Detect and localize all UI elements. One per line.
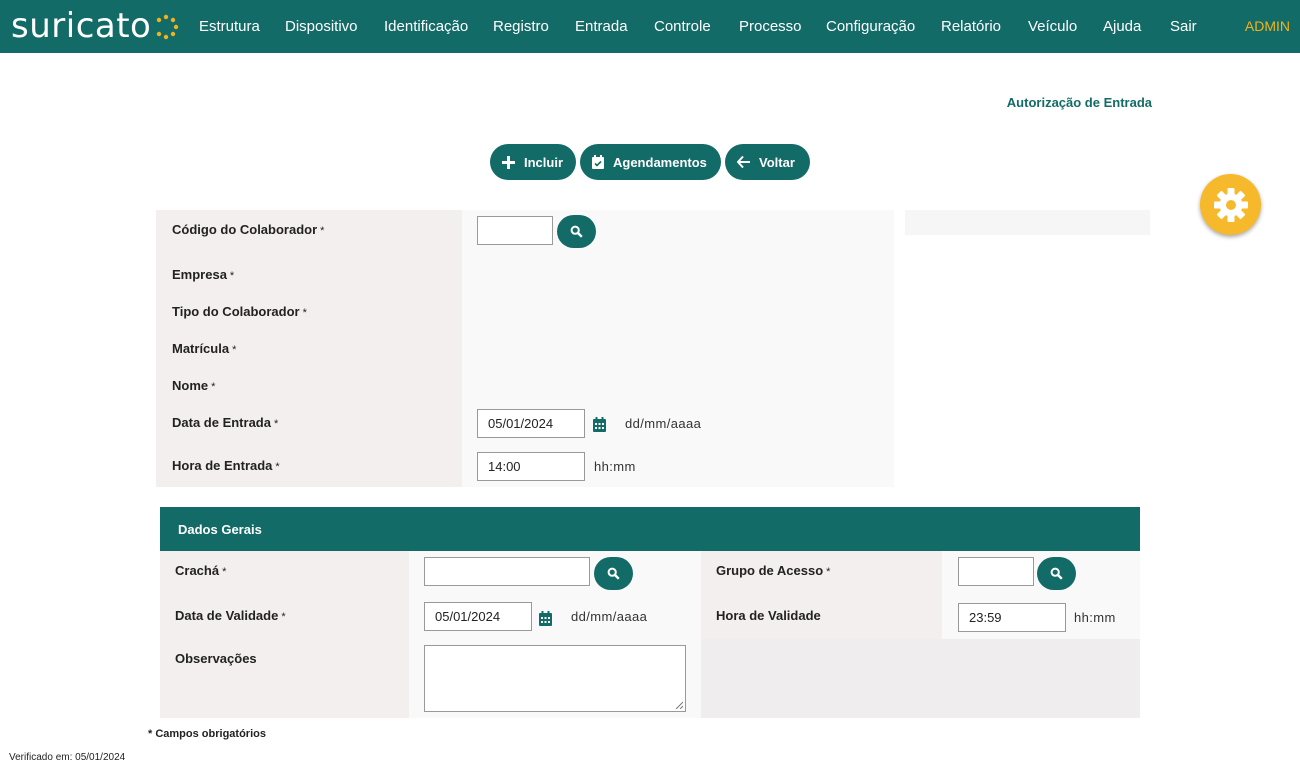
calendar-icon[interactable] <box>593 417 606 432</box>
logo-dots-icon <box>157 14 179 40</box>
nav-sair[interactable]: Sair <box>1170 18 1197 35</box>
nav-registro[interactable]: Registro <box>493 18 549 35</box>
arrow-left-icon <box>737 156 750 168</box>
incluir-button[interactable]: Incluir <box>490 144 576 180</box>
empresa-label: Empresa * <box>172 267 235 282</box>
cracha-search-button[interactable] <box>594 557 633 590</box>
search-icon <box>570 225 583 238</box>
grupo-acesso-label: Grupo de Acesso * <box>716 563 831 578</box>
tipo-colaborador-label: Tipo do Colaborador * <box>172 304 307 319</box>
observacoes-label: Observações <box>175 651 257 666</box>
nav-user-admin[interactable]: ADMIN <box>1245 18 1290 34</box>
resize-grip-icon[interactable] <box>675 701 683 709</box>
dados-gerais-header: Dados Gerais <box>160 507 1140 551</box>
data-entrada-label: Data de Entrada * <box>172 415 279 430</box>
suricato-logo[interactable]: suricato <box>11 6 179 46</box>
logo-text: suricato <box>11 6 152 46</box>
data-entrada-input[interactable]: 05/01/2024 <box>477 409 585 438</box>
nav-relatorio[interactable]: Relatório <box>941 18 1001 35</box>
verified-date: Verificado em: 05/01/2024 <box>9 752 126 763</box>
required-fields-note: * Campos obrigatórios <box>148 728 266 740</box>
side-panel <box>905 210 1150 235</box>
hora-entrada-label: Hora de Entrada * <box>172 458 280 473</box>
incluir-label: Incluir <box>524 154 564 170</box>
voltar-label: Voltar <box>759 154 795 170</box>
nome-label: Nome * <box>172 378 216 393</box>
codigo-colaborador-input[interactable] <box>477 216 553 245</box>
dados-gerais-empty-area <box>701 639 1140 718</box>
hora-validade-label: Hora de Validade <box>716 608 821 623</box>
hora-entrada-format-hint: hh:mm <box>594 459 636 474</box>
gear-icon <box>1213 187 1248 222</box>
codigo-colaborador-label: Código do Colaborador * <box>172 222 325 237</box>
search-icon <box>1050 567 1063 580</box>
search-icon <box>607 567 620 580</box>
data-validade-label: Data de Validade * <box>175 608 286 623</box>
cracha-input[interactable] <box>424 557 590 586</box>
matricula-label: Matrícula * <box>172 341 237 356</box>
hora-validade-format-hint: hh:mm <box>1074 610 1116 625</box>
plus-icon <box>502 155 515 169</box>
observacoes-textarea[interactable] <box>424 645 686 712</box>
nav-ajuda[interactable]: Ajuda <box>1103 18 1141 35</box>
grupo-acesso-search-button[interactable] <box>1037 557 1076 590</box>
nav-configuracao[interactable]: Configuração <box>826 18 915 35</box>
hora-entrada-input[interactable]: 14:00 <box>477 452 585 481</box>
top-navbar: suricato Estrutura Dispositivo Identific… <box>0 0 1300 53</box>
grupo-acesso-input[interactable] <box>958 557 1034 586</box>
nav-estrutura[interactable]: Estrutura <box>199 18 260 35</box>
nav-dispositivo[interactable]: Dispositivo <box>285 18 358 35</box>
agendamentos-button[interactable]: Agendamentos <box>580 144 721 180</box>
data-entrada-format-hint: dd/mm/aaaa <box>625 416 702 431</box>
page-title: Autorização de Entrada <box>1006 95 1152 110</box>
nav-controle[interactable]: Controle <box>654 18 711 35</box>
nav-identificacao[interactable]: Identificação <box>384 18 468 35</box>
data-validade-format-hint: dd/mm/aaaa <box>571 609 648 624</box>
hora-validade-input[interactable]: 23:59 <box>958 603 1066 632</box>
agendamentos-label: Agendamentos <box>613 154 707 170</box>
calendar-check-icon <box>592 155 604 169</box>
data-validade-input[interactable]: 05/01/2024 <box>424 602 532 631</box>
cracha-label: Crachá * <box>175 563 227 578</box>
voltar-button[interactable]: Voltar <box>725 144 810 180</box>
settings-button[interactable] <box>1200 174 1261 235</box>
nav-veiculo[interactable]: Veículo <box>1028 18 1077 35</box>
codigo-colaborador-search-button[interactable] <box>557 215 596 248</box>
calendar-icon[interactable] <box>539 611 552 626</box>
form-value-column <box>462 210 894 487</box>
nav-entrada[interactable]: Entrada <box>575 18 628 35</box>
nav-processo[interactable]: Processo <box>739 18 802 35</box>
